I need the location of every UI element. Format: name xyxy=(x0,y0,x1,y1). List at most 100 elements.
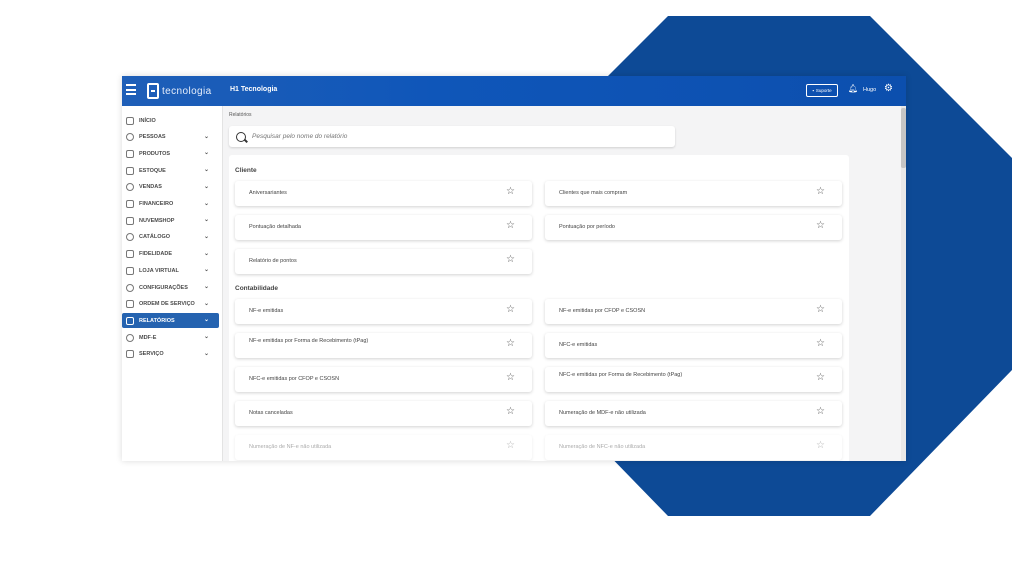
star-icon[interactable]: ☆ xyxy=(506,440,515,451)
sidebar-item-10[interactable]: CONFIGURAÇÕES ⌄ xyxy=(122,280,223,295)
chevron-down-icon: ⌄ xyxy=(204,200,210,207)
sidebar: INÍCIO PESSOAS ⌄ PRODUTOS ⌄ ESTOQUE ⌄ VENDAS ⌄ FI… xyxy=(122,106,223,461)
sidebar-item-4[interactable]: VENDAS ⌄ xyxy=(122,180,223,195)
sidebar-item-label: ESTOQUE xyxy=(139,167,166,174)
money-icon xyxy=(126,200,134,208)
screen: tecnologia H1 Tecnologia ▪ Suporte 🔔︎ Hu… xyxy=(0,0,1024,576)
star-icon[interactable]: ☆ xyxy=(816,440,825,451)
report-name: Numeração de NFC-e não utilizada xyxy=(559,444,646,450)
report-card[interactable]: Aniversariantes ☆ xyxy=(235,181,532,206)
home-icon xyxy=(126,116,134,125)
report-card[interactable]: NFC-e emitidas por Forma de Recebimento … xyxy=(545,367,842,392)
reports-panel: Cliente Aniversariantes ☆ Clientes que mais… xyxy=(229,155,849,461)
star-icon[interactable]: ☆ xyxy=(816,372,825,383)
search-input[interactable] xyxy=(252,133,652,140)
sidebar-item-11[interactable]: ORDEM DE SERVIÇO ⌄ xyxy=(122,297,223,312)
app-window: tecnologia H1 Tecnologia ▪ Suporte 🔔︎ Hu… xyxy=(122,76,906,461)
gear-icon[interactable]: ⚙ xyxy=(884,83,893,94)
report-name: NFC-e emitidas xyxy=(559,342,598,348)
sidebar-item-label: PRODUTOS xyxy=(139,150,171,157)
sidebar-item-14[interactable]: SERVIÇO ⌄ xyxy=(122,347,223,362)
report-name: NF-e emitidas por CFOP e CSOSN xyxy=(559,308,646,314)
sidebar-item-8[interactable]: FIDELIDADE ⌄ xyxy=(122,247,223,262)
report-name: Pontuação por período xyxy=(559,224,615,230)
sidebar-item-label: RELATÓRIOS xyxy=(139,317,175,324)
sidebar-item-7[interactable]: CATÁLOGO ⌄ xyxy=(122,230,223,245)
sidebar-item-6[interactable]: NUVEMSHOP ⌄ xyxy=(122,213,223,228)
report-card[interactable]: Numeração de NFC-e não utilizada ☆ xyxy=(545,435,842,460)
report-card[interactable]: NF-e emitidas por Forma de Recebimento (… xyxy=(235,333,532,358)
chevron-down-icon: ⌄ xyxy=(204,267,210,274)
star-icon[interactable]: ☆ xyxy=(506,220,515,231)
star-icon[interactable]: ☆ xyxy=(506,372,515,383)
scrollbar[interactable] xyxy=(901,106,906,461)
sidebar-item-0[interactable]: INÍCIO xyxy=(122,113,223,128)
search-icon xyxy=(236,131,246,142)
report-name: Clientes que mais compram xyxy=(559,190,628,196)
report-name: Notas canceladas xyxy=(249,410,293,416)
sidebar-item-label: SERVIÇO xyxy=(139,351,164,358)
section-title: Cliente xyxy=(235,167,257,174)
star-icon[interactable]: ☆ xyxy=(506,254,515,265)
report-card[interactable]: NFC-e emitidas por CFOP e CSOSN ☆ xyxy=(235,367,532,392)
company-name: H1 Tecnologia xyxy=(230,86,278,93)
sidebar-item-1[interactable]: PESSOAS ⌄ xyxy=(122,130,223,145)
report-icon xyxy=(126,316,134,325)
report-card[interactable]: Clientes que mais compram ☆ xyxy=(545,181,842,206)
star-icon[interactable]: ☆ xyxy=(816,220,825,231)
support-label: Suporte xyxy=(815,88,832,93)
report-card[interactable]: NFC-e emitidas ☆ xyxy=(545,333,842,358)
sidebar-item-13[interactable]: MDF-E ⌄ xyxy=(122,330,223,345)
scrollbar-thumb[interactable] xyxy=(901,108,906,168)
sidebar-item-label: INÍCIO xyxy=(139,117,156,124)
search-bar[interactable] xyxy=(229,126,675,147)
chat-icon: ▪ xyxy=(812,88,814,93)
service-order-icon xyxy=(126,300,134,309)
sidebar-item-3[interactable]: ESTOQUE ⌄ xyxy=(122,163,223,178)
report-card[interactable]: NF-e emitidas por CFOP e CSOSN ☆ xyxy=(545,299,842,324)
menu-icon[interactable] xyxy=(126,84,136,98)
logo-text: tecnologia xyxy=(162,85,212,97)
star-icon[interactable]: ☆ xyxy=(506,186,515,197)
breadcrumb[interactable]: Relatórios xyxy=(229,112,252,118)
report-name: Numeração de MDF-e não utilizada xyxy=(559,410,646,416)
star-icon[interactable]: ☆ xyxy=(506,406,515,417)
report-name: Aniversariantes xyxy=(249,190,287,196)
settings-icon xyxy=(126,283,134,292)
report-card[interactable]: Relatório de pontos ☆ xyxy=(235,249,532,274)
loyalty-icon xyxy=(126,250,134,259)
report-name: NFC-e emitidas por CFOP e CSOSN xyxy=(249,376,340,382)
sidebar-item-2[interactable]: PRODUTOS ⌄ xyxy=(122,146,223,161)
report-card[interactable]: Notas canceladas ☆ xyxy=(235,401,532,426)
report-card[interactable]: Numeração de MDF-e não utilizada ☆ xyxy=(545,401,842,426)
star-icon[interactable]: ☆ xyxy=(506,338,515,349)
star-icon[interactable]: ☆ xyxy=(506,304,515,315)
report-card[interactable]: NF-e emitidas ☆ xyxy=(235,299,532,324)
support-button[interactable]: ▪ Suporte xyxy=(806,84,838,97)
star-icon[interactable]: ☆ xyxy=(816,186,825,197)
chevron-down-icon: ⌄ xyxy=(204,133,210,140)
star-icon[interactable]: ☆ xyxy=(816,338,825,349)
sidebar-item-label: FINANCEIRO xyxy=(139,201,174,207)
bell-icon[interactable]: 🔔︎ xyxy=(848,84,858,93)
report-name: NF-e emitidas por Forma de Recebimento (… xyxy=(249,338,369,344)
sidebar-item-9[interactable]: LOJA VIRTUAL ⌄ xyxy=(122,263,223,278)
sidebar-item-label: CATÁLOGO xyxy=(139,234,171,241)
stock-icon xyxy=(126,166,134,175)
chevron-down-icon: ⌄ xyxy=(204,183,210,190)
user-name[interactable]: Hugo xyxy=(863,87,876,93)
chevron-down-icon: ⌄ xyxy=(204,250,210,257)
service-icon xyxy=(126,350,134,359)
logo[interactable]: tecnologia xyxy=(147,83,212,99)
chevron-down-icon: ⌄ xyxy=(204,150,210,157)
person-icon xyxy=(126,133,134,142)
sidebar-item-5[interactable]: FINANCEIRO ⌄ xyxy=(122,197,223,212)
star-icon[interactable]: ☆ xyxy=(816,406,825,417)
report-card[interactable]: Pontuação por período ☆ xyxy=(545,215,842,240)
report-card[interactable]: Numeração de NF-e não utilizada ☆ xyxy=(235,435,532,460)
report-card[interactable]: Pontuação detalhada ☆ xyxy=(235,215,532,240)
catalog-icon xyxy=(126,233,134,242)
sidebar-item-12[interactable]: RELATÓRIOS ⌄ xyxy=(122,313,219,329)
star-icon[interactable]: ☆ xyxy=(816,304,825,315)
sidebar-item-label: MDF-E xyxy=(139,334,157,341)
